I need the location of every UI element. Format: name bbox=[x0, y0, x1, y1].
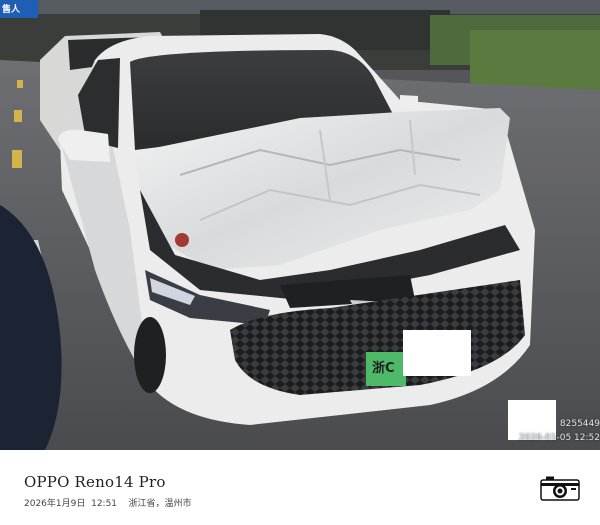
street-sign-text: 售人 bbox=[2, 5, 21, 15]
damaged-car-photo: 售人 浙C 8255449 2026-01-05 12:52 bbox=[0, 0, 600, 450]
capture-time: 12:51 bbox=[91, 499, 118, 509]
capture-info: 2026年1月9日 12:51 浙江省，温州市 bbox=[24, 496, 192, 509]
capture-date: 2026年1月9日 bbox=[24, 499, 86, 509]
device-model: OPPO Reno14 Pro bbox=[24, 473, 166, 491]
watermark-line: 8255449 bbox=[559, 419, 600, 429]
photo-scene bbox=[0, 0, 600, 450]
camera-icon bbox=[540, 476, 580, 501]
plate-text: 浙C bbox=[372, 361, 395, 376]
privacy-mask-plate bbox=[403, 330, 471, 376]
watermark-line: 2026-01-05 12:52 bbox=[518, 433, 600, 443]
capture-location: 浙江省，温州市 bbox=[128, 499, 192, 509]
photo-footer: OPPO Reno14 Pro 2026年1月9日 12:51 浙江省，温州市 bbox=[0, 450, 600, 525]
